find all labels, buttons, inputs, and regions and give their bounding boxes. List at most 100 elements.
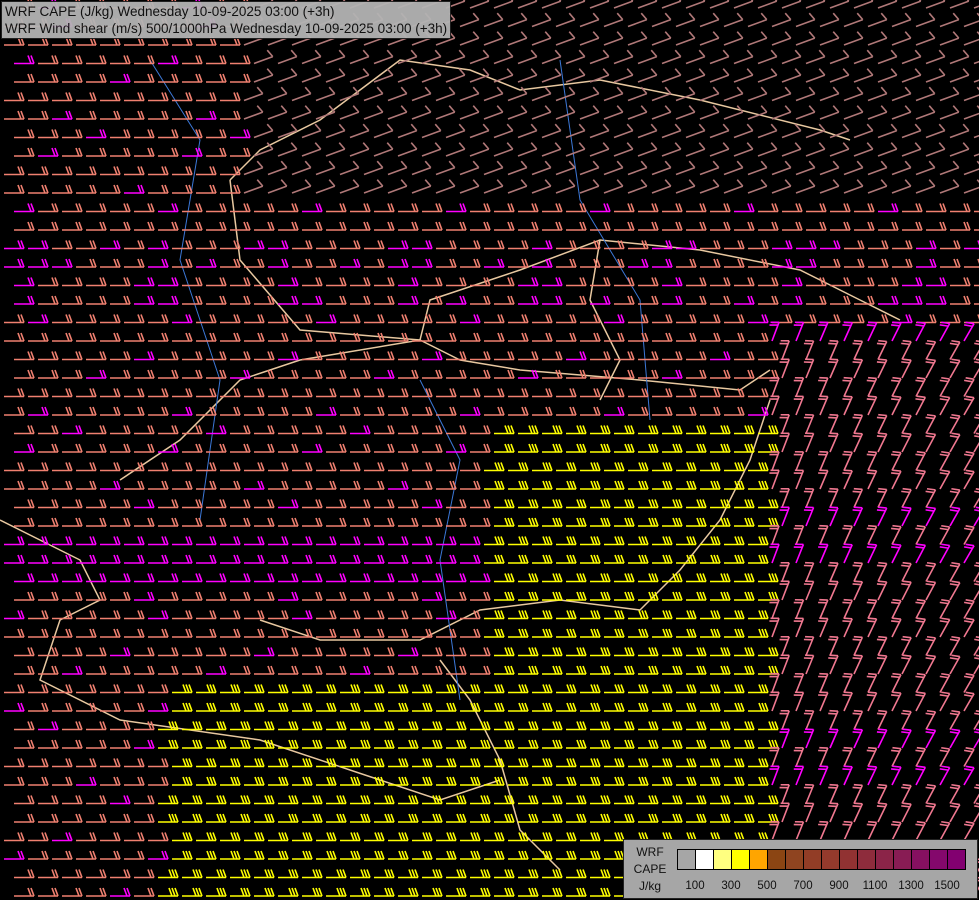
wind-barb [340, 684, 361, 694]
wind-barb [196, 92, 217, 102]
wind-barb [374, 443, 395, 453]
wind-barb [62, 369, 83, 379]
wind-barb [134, 369, 155, 379]
wind-barb [484, 850, 505, 860]
wind-barb [316, 536, 337, 546]
wind-barb [868, 314, 889, 324]
wind-barb [268, 758, 289, 768]
wind-barb [412, 832, 433, 842]
wind-barb [196, 462, 217, 472]
wind-barb [254, 295, 275, 305]
wind-barb [604, 462, 625, 472]
wind-barb [14, 129, 35, 139]
wind-barb [926, 295, 947, 305]
wind-barb [134, 425, 155, 435]
wind-barb [604, 406, 625, 416]
wind-barb [292, 240, 313, 250]
wind-barb [508, 850, 529, 860]
wind-barb [891, 86, 912, 102]
wind-barb [580, 536, 601, 546]
wind-barb [182, 721, 203, 731]
wind-barb [507, 31, 528, 46]
wind-barb [508, 332, 529, 342]
wind-barb [661, 49, 682, 65]
legend-color-box [696, 850, 714, 869]
map-title: WRF CAPE (J/kg) Wednesday 10-09-2025 03:… [1, 1, 452, 39]
wind-barb [803, 432, 815, 453]
wind-barb [963, 105, 979, 120]
wind-barb [470, 813, 491, 823]
wind-barb [508, 684, 529, 694]
wind-barb [148, 462, 169, 472]
wind-barb [532, 240, 553, 250]
wind-barb [172, 166, 193, 176]
wind-barb [315, 160, 336, 176]
wind-barb [124, 314, 145, 324]
map-canvas[interactable] [0, 0, 979, 900]
wind-barb [52, 166, 73, 176]
wind-barb [806, 203, 827, 213]
wind-barb [373, 142, 394, 157]
wind-barb [604, 684, 625, 694]
wind-barb [675, 160, 696, 176]
wind-barb [724, 480, 745, 490]
wind-barb [206, 647, 227, 657]
wind-barb [446, 203, 467, 213]
wind-barb [842, 820, 853, 841]
wind-barb [278, 221, 299, 231]
wind-barb [676, 406, 697, 416]
wind-barb [364, 406, 385, 416]
wind-barb [628, 610, 649, 620]
wind-barb [196, 684, 217, 694]
wind-barb [470, 203, 491, 213]
wind-barb [518, 203, 539, 213]
wind-barb [949, 0, 970, 9]
wind-barb [748, 240, 769, 250]
wind-barb [939, 160, 960, 176]
wind-barb [436, 240, 457, 250]
wind-barb [580, 480, 601, 490]
wind-barb [939, 598, 951, 619]
wind-barb [230, 369, 251, 379]
wind-barb [158, 647, 179, 657]
wind-barb [100, 258, 121, 268]
wind-barb [172, 684, 193, 694]
wind-barb [518, 295, 539, 305]
wind-barb [866, 672, 878, 693]
wind-barb [124, 240, 145, 250]
wind-barb [973, 432, 979, 453]
wind-barb [891, 395, 902, 416]
wind-barb [590, 203, 611, 213]
wind-barb [518, 573, 539, 583]
wind-barb [350, 443, 371, 453]
wind-barb [757, 0, 778, 9]
wind-barb [676, 480, 697, 490]
wind-barb [531, 179, 552, 194]
wind-barb [100, 850, 121, 860]
wind-barb [100, 406, 121, 416]
wind-barb [158, 573, 179, 583]
wind-barb [350, 573, 371, 583]
legend-color-box [876, 850, 894, 869]
wind-barb [4, 758, 25, 768]
wind-barb [230, 221, 251, 231]
wind-barb [86, 147, 107, 157]
wind-barb [483, 12, 504, 28]
wind-barb [685, 0, 706, 9]
wind-barb [278, 647, 299, 657]
wind-barb [110, 129, 131, 139]
wind-barb [446, 277, 467, 287]
wind-barb [158, 739, 179, 749]
wind-barb [445, 142, 466, 157]
wind-barb [590, 221, 611, 231]
wind-barb [590, 517, 611, 527]
wind-barb [818, 543, 829, 564]
wind-barb [891, 598, 902, 619]
wind-barb [470, 443, 491, 453]
wind-barb [891, 543, 902, 564]
wind-barb [638, 425, 659, 435]
wind-barb [590, 573, 611, 583]
wind-barb [52, 758, 73, 768]
wind-barb [734, 813, 755, 823]
wind-barb [446, 647, 467, 657]
